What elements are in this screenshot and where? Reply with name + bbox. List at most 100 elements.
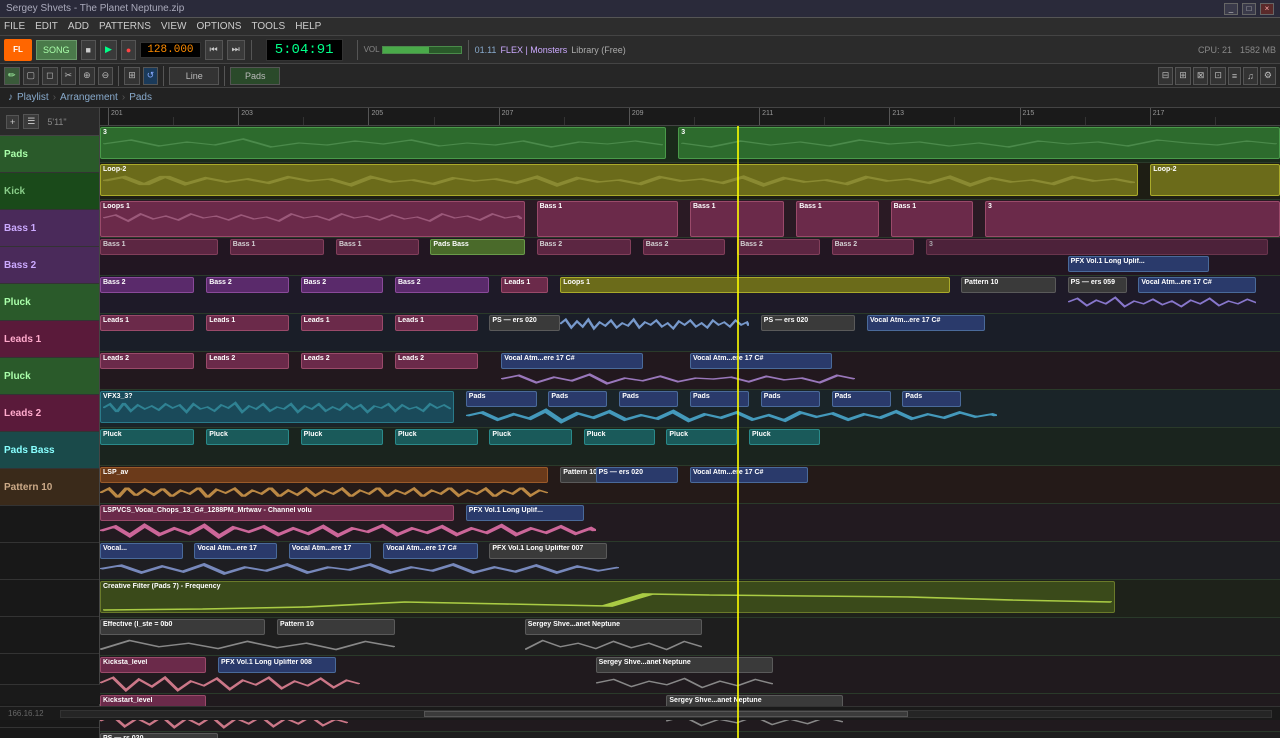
sidebar-track-1[interactable]: Pads: [0, 136, 99, 173]
clip-t7-1[interactable]: Leads 2: [100, 353, 194, 369]
clip-t11-1[interactable]: LSPVCS_Vocal_Chops_13_G#_1288PM_Mrtwav -…: [100, 505, 454, 521]
clip-t3-5[interactable]: Bass 1: [891, 201, 974, 237]
clip-t3-6[interactable]: 3: [985, 201, 1280, 237]
clip-t6-5[interactable]: PS — ers 020: [489, 315, 560, 331]
clip-t1-2[interactable]: 3: [678, 127, 1280, 159]
sidebar-track-13[interactable]: [0, 580, 99, 617]
clip-t11-2[interactable]: PFX Vol.1 Long Uplif...: [466, 505, 584, 521]
draw-tool[interactable]: ✏: [4, 67, 20, 85]
cut-tool[interactable]: ✂: [61, 67, 77, 85]
clip-t9-6[interactable]: Pluck: [584, 429, 655, 445]
clip-t2-2[interactable]: Loop-2: [1150, 164, 1280, 196]
add-track-area[interactable]: +: [0, 684, 100, 704]
clip-t3-3[interactable]: Bass 1: [690, 201, 784, 237]
clip-t4-4[interactable]: Pads Bass: [430, 239, 524, 255]
clip-t5-7[interactable]: Pattern 10: [961, 277, 1055, 293]
record-button[interactable]: ●: [121, 40, 136, 60]
clip-t6-4[interactable]: Leads 1: [395, 315, 478, 331]
sidebar-track-8[interactable]: Leads 2: [0, 395, 99, 432]
scrollbar-thumb[interactable]: [424, 711, 908, 717]
clip-t5-3[interactable]: Bass 2: [301, 277, 384, 293]
clip-t7-2[interactable]: Leads 2: [206, 353, 289, 369]
clip-t8-6[interactable]: Pads: [761, 391, 820, 407]
menu-view[interactable]: VIEW: [161, 21, 187, 32]
clip-t12-1[interactable]: Vocal...: [100, 543, 183, 559]
sidebar-track-11[interactable]: [0, 506, 99, 543]
clip-t4-9[interactable]: 3: [926, 239, 1268, 255]
clip-t8-8[interactable]: Pads: [902, 391, 961, 407]
close-button[interactable]: ×: [1260, 3, 1274, 15]
piano-btn[interactable]: ♫: [1243, 67, 1258, 85]
clip-t3-1[interactable]: Loops 1: [100, 201, 525, 237]
menu-tools[interactable]: TOOLS: [251, 21, 285, 32]
clip-t10-1[interactable]: LSP_av: [100, 467, 548, 483]
sidebar-track-14[interactable]: [0, 617, 99, 654]
clip-t7-3[interactable]: Leads 2: [301, 353, 384, 369]
line-dropdown[interactable]: Line: [169, 67, 219, 85]
clip-t4-8[interactable]: Bass 2: [832, 239, 915, 255]
clip-t5-6[interactable]: Loops 1: [560, 277, 949, 293]
breadcrumb-arrangement[interactable]: Arrangement: [60, 92, 118, 103]
sidebar-track-17[interactable]: [0, 728, 99, 738]
clip-t5-4[interactable]: Bass 2: [395, 277, 489, 293]
clip-t8-4[interactable]: Pads: [619, 391, 678, 407]
maximize-button[interactable]: □: [1242, 3, 1256, 15]
clip-t12-5[interactable]: PFX Vol.1 Long Uplifter 007: [489, 543, 607, 559]
clip-t8-7[interactable]: Pads: [832, 391, 891, 407]
menu-options[interactable]: OPTIONS: [196, 21, 241, 32]
clip-t17-1[interactable]: PS — rs 020: [100, 733, 218, 738]
clip-t1-1[interactable]: 3: [100, 127, 666, 159]
clip-t10-4[interactable]: Vocal Atm...ere 17 C#: [690, 467, 808, 483]
menu-edit[interactable]: EDIT: [35, 21, 58, 32]
clip-t7-6[interactable]: Vocal Atm...ere 17 C#: [690, 353, 832, 369]
step-fwd[interactable]: ⏭: [227, 40, 245, 60]
clip-t13-auto[interactable]: Creative Filter (Pads 7) - Frequency: [100, 581, 1115, 613]
clip-t8-3[interactable]: Pads: [548, 391, 607, 407]
clip-t2-1[interactable]: Loop-2: [100, 164, 1138, 196]
clip-t12-2[interactable]: Vocal Atm...ere 17: [194, 543, 277, 559]
clip-t6-6[interactable]: PS — ers 020: [761, 315, 855, 331]
clip-t6-7[interactable]: Vocal Atm...ere 17 C#: [867, 315, 985, 331]
clip-t14-2[interactable]: Pattern 10: [277, 619, 395, 635]
zoom-in[interactable]: ⊕: [79, 67, 95, 85]
clip-t4-3[interactable]: Bass 1: [336, 239, 419, 255]
sidebar-track-9[interactable]: Pads Bass: [0, 432, 99, 469]
song-pat-toggle[interactable]: SONG: [36, 40, 77, 60]
view-btn3[interactable]: ⊠: [1193, 67, 1209, 85]
clip-t4-7[interactable]: Bass 2: [737, 239, 820, 255]
view-btn4[interactable]: ⊡: [1210, 67, 1226, 85]
stop-button[interactable]: ■: [81, 40, 96, 60]
clip-t5-5[interactable]: Leads 1: [501, 277, 548, 293]
clip-t8-1[interactable]: VFX3_3?: [100, 391, 454, 423]
clip-t9-7[interactable]: Pluck: [666, 429, 737, 445]
view-btn2[interactable]: ⊞: [1175, 67, 1191, 85]
clip-t3-4[interactable]: Bass 1: [796, 201, 879, 237]
clip-t15-2[interactable]: PFX Vol.1 Long Uplifter 008: [218, 657, 336, 673]
clip-t12-4[interactable]: Vocal Atm...ere 17 C#: [383, 543, 477, 559]
select-tool[interactable]: ▢: [23, 67, 40, 85]
sidebar-track-3[interactable]: Bass 1: [0, 210, 99, 247]
clip-t8-2[interactable]: Pads: [466, 391, 537, 407]
sidebar-track-4[interactable]: Bass 2: [0, 247, 99, 284]
menu-help[interactable]: HELP: [295, 21, 321, 32]
clip-t9-5[interactable]: Pluck: [489, 429, 572, 445]
mixer-btn[interactable]: ≡: [1228, 67, 1241, 85]
clip-t5-9[interactable]: Vocal Atm...ere 17 C#: [1138, 277, 1256, 293]
clip-t6-2[interactable]: Leads 1: [206, 315, 289, 331]
clip-t15-3[interactable]: Sergey Shve...anet Neptune: [596, 657, 773, 673]
clip-t7-5[interactable]: Vocal Atm...ere 17 C#: [501, 353, 643, 369]
zoom-out[interactable]: ⊖: [98, 67, 114, 85]
sidebar-track-7[interactable]: Pluck: [0, 358, 99, 395]
clip-t12-3[interactable]: Vocal Atm...ere 17: [289, 543, 372, 559]
clip-t8-5[interactable]: Pads: [690, 391, 749, 407]
clip-t4-pfx[interactable]: PFX Vol.1 Long Uplif...: [1068, 256, 1210, 272]
pads-dropdown[interactable]: Pads: [230, 67, 280, 85]
sidebar-track-12[interactable]: [0, 543, 99, 580]
breadcrumb-pads[interactable]: Pads: [129, 92, 152, 103]
loop-btn[interactable]: ↺: [143, 67, 159, 85]
sidebar-track-6[interactable]: Leads 1: [0, 321, 99, 358]
sidebar-menu-btn[interactable]: ☰: [23, 114, 39, 129]
clip-t9-3[interactable]: Pluck: [301, 429, 384, 445]
menu-file[interactable]: FILE: [4, 21, 25, 32]
snap-btn[interactable]: ⊞: [124, 67, 140, 85]
